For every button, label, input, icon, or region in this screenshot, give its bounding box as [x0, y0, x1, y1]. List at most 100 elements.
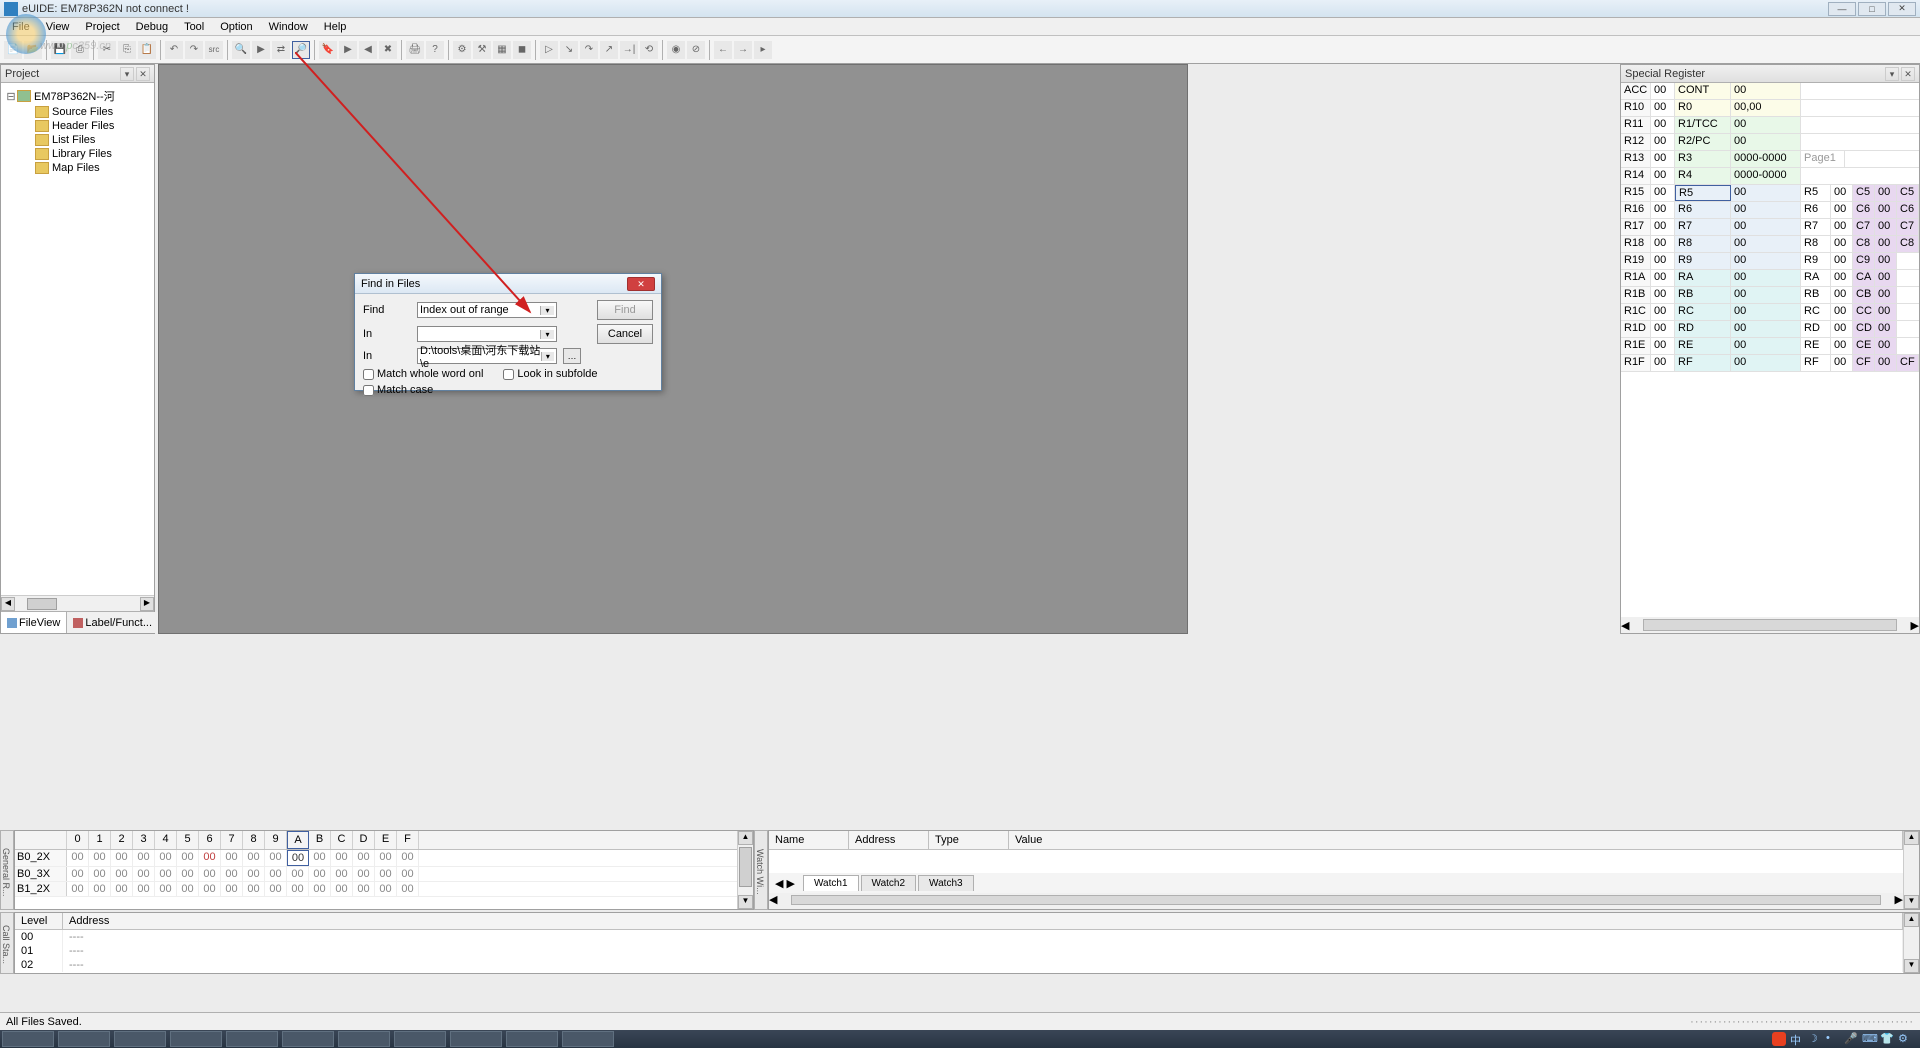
watch-header[interactable]: Type — [929, 831, 1009, 849]
pin-icon[interactable]: ▾ — [120, 67, 134, 81]
in-combo-2[interactable]: D:\tools\桌面\河东下载站\e▾ — [417, 348, 557, 364]
match-whole-word-check[interactable]: Match whole word onl — [363, 368, 483, 380]
tree-folder[interactable]: Map Files — [23, 161, 150, 175]
tree-folder[interactable]: Source Files — [23, 105, 150, 119]
callstack-row[interactable]: 01---- — [15, 944, 1903, 958]
watch-tab[interactable]: Watch3 — [918, 875, 974, 891]
watch-header[interactable]: Name — [769, 831, 849, 849]
paste-icon[interactable]: 📋 — [138, 41, 156, 59]
taskbar-item[interactable] — [506, 1031, 558, 1047]
register-row[interactable]: R1500R500R500C500C5 — [1621, 185, 1919, 202]
tray-ime-icon[interactable] — [1772, 1032, 1786, 1046]
register-row[interactable]: R1900R900R900C900 — [1621, 253, 1919, 270]
copy-icon[interactable]: ⎘ — [118, 41, 136, 59]
register-row[interactable]: ACC00CONT00 — [1621, 83, 1919, 100]
close-button[interactable]: ✕ — [1888, 2, 1916, 16]
next-icon[interactable]: → — [734, 41, 752, 59]
findnext-icon[interactable]: ▶ — [252, 41, 270, 59]
watch-header[interactable]: Address — [849, 831, 929, 849]
nextbm-icon[interactable]: ▶ — [339, 41, 357, 59]
register-row[interactable]: R1200R2/PC00 — [1621, 134, 1919, 151]
taskbar-item[interactable] — [394, 1031, 446, 1047]
project-tree[interactable]: ⊟EM78P362N--河 Source FilesHeader FilesLi… — [1, 83, 154, 595]
register-row[interactable]: R1C00RC00RC00CC00 — [1621, 304, 1919, 321]
taskbar-item[interactable] — [58, 1031, 110, 1047]
find-combo[interactable]: Index out of range▾ — [417, 302, 557, 318]
rebuild-icon[interactable]: ⚒ — [473, 41, 491, 59]
tray-gear-icon[interactable]: ⚙ — [1898, 1032, 1912, 1046]
watch-tab[interactable]: Watch2 — [861, 875, 917, 891]
help-icon[interactable]: ? — [426, 41, 444, 59]
register-row[interactable]: R1F00RF00RF00CF00CF — [1621, 355, 1919, 372]
reg-hscroll[interactable]: ◀▶ — [1621, 617, 1919, 633]
callstack-row[interactable]: 00---- — [15, 930, 1903, 944]
callstack-row[interactable]: 02---- — [15, 958, 1903, 972]
reg-close-icon[interactable]: ✕ — [1901, 67, 1915, 81]
stepout-icon[interactable]: ↗ — [600, 41, 618, 59]
tab-labelfunc[interactable]: Label/Funct... — [67, 612, 159, 633]
taskbar-item[interactable] — [114, 1031, 166, 1047]
menu-window[interactable]: Window — [261, 19, 316, 35]
callstack-header[interactable]: Address — [63, 913, 1903, 929]
minimize-button[interactable]: — — [1828, 2, 1856, 16]
register-table[interactable]: ACC00CONT00R1000R000,00R1100R1/TCC00R120… — [1621, 83, 1919, 617]
register-row[interactable]: R1A00RA00RA00CA00 — [1621, 270, 1919, 287]
register-row[interactable]: R1300R30000-0000Page1 — [1621, 151, 1919, 168]
register-row[interactable]: R1100R1/TCC00 — [1621, 117, 1919, 134]
cs-vscroll[interactable]: ▲▼ — [1903, 913, 1919, 973]
callstack-panel[interactable]: LevelAddress00----01----02---- ▲▼ — [14, 912, 1920, 974]
taskbar-item[interactable] — [2, 1031, 54, 1047]
taskbar-item[interactable] — [226, 1031, 278, 1047]
watch-panel[interactable]: NameAddressTypeValue ◀ ▶Watch1Watch2Watc… — [768, 830, 1920, 910]
taskbar-item[interactable] — [450, 1031, 502, 1047]
find-button[interactable]: Find — [597, 300, 653, 320]
prevbm-icon[interactable]: ◀ — [359, 41, 377, 59]
taskbar-item[interactable] — [170, 1031, 222, 1047]
tray-mic-icon[interactable]: 🎤 — [1844, 1032, 1858, 1046]
maximize-button[interactable]: □ — [1858, 2, 1886, 16]
memory-row[interactable]: B0_2X00000000000000000000000000000000 — [15, 850, 737, 867]
cancel-button[interactable]: Cancel — [597, 324, 653, 344]
print-icon[interactable]: 🖨 — [406, 41, 424, 59]
replace-icon[interactable]: ⇄ — [272, 41, 290, 59]
watch-header[interactable]: Value — [1009, 831, 1903, 849]
memory-grid[interactable]: 0123456789ABCDEFB0_2X0000000000000000000… — [14, 830, 754, 910]
project-hscroll[interactable]: ◀▶ — [1, 595, 154, 611]
taskbar-item[interactable] — [282, 1031, 334, 1047]
more-icon[interactable]: ▸ — [754, 41, 772, 59]
memory-row[interactable]: B1_2X00000000000000000000000000000000 — [15, 882, 737, 897]
register-row[interactable]: R1600R600R600C600C6 — [1621, 202, 1919, 219]
register-row[interactable]: R1800R800R800C800C8 — [1621, 236, 1919, 253]
taskbar-item[interactable] — [338, 1031, 390, 1047]
reset-icon[interactable]: ⟲ — [640, 41, 658, 59]
menu-help[interactable]: Help — [316, 19, 355, 35]
in-combo-1[interactable]: ▾ — [417, 326, 557, 342]
watch-vscroll[interactable]: ▲▼ — [1903, 831, 1919, 909]
findinfiles-icon[interactable]: 🔎 — [292, 41, 310, 59]
bookmark-icon[interactable]: 🔖 — [319, 41, 337, 59]
panel-close-icon[interactable]: ✕ — [136, 67, 150, 81]
dialog-titlebar[interactable]: Find in Files ✕ — [355, 274, 661, 294]
memory-row[interactable]: B0_3X00000000000000000000000000000000 — [15, 867, 737, 882]
tree-folder[interactable]: Library Files — [23, 147, 150, 161]
menu-debug[interactable]: Debug — [128, 19, 176, 35]
register-row[interactable]: R1700R700R700C700C7 — [1621, 219, 1919, 236]
menu-project[interactable]: Project — [77, 19, 127, 35]
dialog-close-button[interactable]: ✕ — [627, 277, 655, 291]
tree-folder[interactable]: Header Files — [23, 119, 150, 133]
tray-dot-icon[interactable]: • — [1826, 1032, 1840, 1046]
match-case-check[interactable]: Match case — [363, 384, 433, 396]
stepover-icon[interactable]: ↷ — [580, 41, 598, 59]
tray-moon-icon[interactable]: ☽ — [1808, 1032, 1822, 1046]
redo-icon[interactable]: ↷ — [185, 41, 203, 59]
stepinto-icon[interactable]: ↘ — [560, 41, 578, 59]
menu-tool[interactable]: Tool — [176, 19, 212, 35]
watch-tab[interactable]: Watch1 — [803, 875, 859, 891]
go-icon[interactable]: ▷ — [540, 41, 558, 59]
watch-hscroll[interactable]: ◀▶ — [769, 893, 1903, 909]
build-icon[interactable]: ⚙ — [453, 41, 471, 59]
undo-icon[interactable]: ↶ — [165, 41, 183, 59]
tray-kbd-icon[interactable]: ⌨ — [1862, 1032, 1876, 1046]
tree-folder[interactable]: List Files — [23, 133, 150, 147]
src-icon[interactable]: src — [205, 41, 223, 59]
